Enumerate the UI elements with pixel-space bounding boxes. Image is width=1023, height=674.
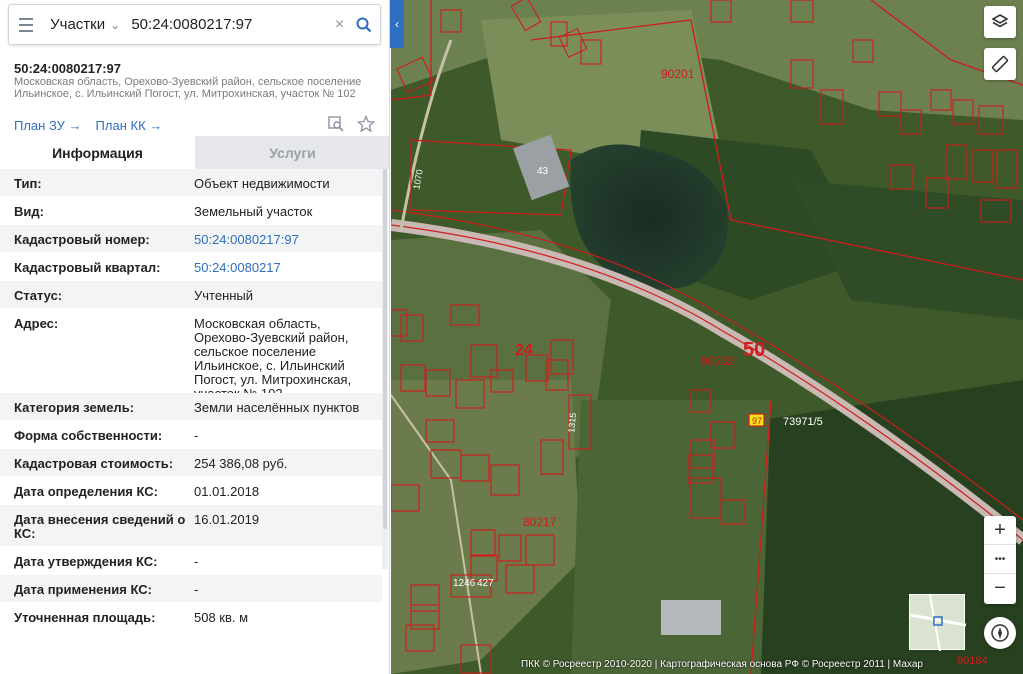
plan-links: План ЗУ → План КК → <box>14 118 162 133</box>
info-table: Тип: Объект недвижимости Вид: Земельный … <box>0 169 382 631</box>
info-value: 508 кв. м <box>194 610 249 625</box>
search-button[interactable] <box>349 5 380 44</box>
info-label: Адрес: <box>14 316 59 331</box>
map-copyright: ПКК © Росреестр 2010-2020 | Картографиче… <box>521 659 923 670</box>
info-row-status: Статус: Учтенный <box>0 281 382 309</box>
panel-scrollbar[interactable] <box>382 169 388 569</box>
info-row-type: Тип: Объект недвижимости <box>0 169 382 197</box>
info-row-cost-entry-date: Дата внесения сведений о КС: 16.01.2019 <box>0 505 382 547</box>
search-bar: Участки ⌄ × <box>8 4 381 45</box>
info-panel: Участки ⌄ × 50:24:0080217:97 Московская … <box>0 0 390 674</box>
info-label: Кадастровая стоимость: <box>14 456 174 471</box>
search-type-select[interactable]: Участки <box>42 16 105 33</box>
info-label: Статус: <box>14 288 63 303</box>
zoom-controls: + ••• − <box>984 516 1016 604</box>
info-row-kind: Вид: Земельный участок <box>0 197 382 225</box>
cadastral-quarter-link[interactable]: 50:24:0080217 <box>194 261 380 280</box>
search-icon <box>356 17 372 32</box>
info-label: Форма собственности: <box>14 428 163 443</box>
layers-icon <box>991 14 1009 28</box>
info-value: Объект недвижимости <box>194 176 330 191</box>
map-label: 43 <box>537 166 549 177</box>
find-on-map-icon[interactable] <box>327 115 345 133</box>
map-label: 97 <box>752 416 762 426</box>
info-label: Дата определения КС: <box>14 484 158 499</box>
info-value: 254 386,08 руб. <box>194 456 288 471</box>
info-label: Вид: <box>14 204 44 219</box>
plan-zu-link[interactable]: План ЗУ → <box>14 118 82 133</box>
measure-button[interactable] <box>984 48 1016 80</box>
plan-kk-link[interactable]: План КК → <box>96 118 163 133</box>
map-label: 24 <box>515 342 533 359</box>
map-label: 90184 <box>957 655 988 667</box>
info-value: Земельный участок <box>194 204 313 219</box>
info-value: - <box>194 582 199 597</box>
info-label: Дата утверждения КС: <box>14 554 158 569</box>
plan-kk-label: План КК <box>95 118 146 133</box>
app-window: Участки ⌄ × 50:24:0080217:97 Московская … <box>0 0 1023 674</box>
map-label: 90232 <box>701 354 735 368</box>
search-input[interactable] <box>125 5 331 44</box>
object-number: 50:24:0080217:97 <box>14 61 121 76</box>
plan-zu-label: План ЗУ <box>14 118 65 133</box>
compass-button[interactable] <box>984 617 1016 649</box>
info-value: - <box>194 554 199 569</box>
info-value: Московская область, Орехово-Зуевский рай… <box>194 316 352 401</box>
scrollbar-thumb[interactable] <box>383 169 387 529</box>
info-value: - <box>194 428 199 443</box>
map-label: 50 <box>743 339 765 361</box>
zoom-in-button[interactable]: + <box>984 516 1016 545</box>
map-labels: 90201 90232 50 24 80217 73971/5 43 97 10… <box>411 67 988 667</box>
map-label: 73971/5 <box>783 416 823 428</box>
map-label: 1070 <box>411 169 424 190</box>
info-label: Тип: <box>14 176 42 191</box>
compass-icon <box>991 624 1009 642</box>
map-label: 80217 <box>523 515 557 529</box>
info-label: Кадастровый квартал: <box>14 260 161 275</box>
info-row-cadastral-number: Кадастровый номер: 50:24:0080217:97 <box>0 225 382 253</box>
menu-icon[interactable] <box>9 5 42 44</box>
map-label: 1246 <box>453 578 476 589</box>
info-label: Уточненная площадь: <box>14 610 156 625</box>
info-label: Дата внесения сведений о КС: <box>14 512 186 541</box>
info-value: Земли населённых пунктов <box>194 400 360 415</box>
info-row-cost-approval-date: Дата утверждения КС: - <box>0 547 382 575</box>
info-row-cost-application-date: Дата применения КС: - <box>0 575 382 603</box>
layers-button[interactable] <box>984 6 1016 38</box>
object-address: Московская область, Орехово-Зуевский рай… <box>14 76 362 100</box>
info-value: Учтенный <box>194 288 254 303</box>
tab-services[interactable]: Услуги <box>195 136 389 169</box>
info-row-land-category: Категория земель: Земли населённых пункт… <box>0 393 382 421</box>
ruler-icon <box>991 55 1009 73</box>
zoom-more-button[interactable]: ••• <box>984 545 1016 574</box>
tabs: Информация Услуги <box>0 136 389 169</box>
cadastral-number-link[interactable]: 50:24:0080217:97 <box>194 233 380 252</box>
panel-actions <box>327 114 376 133</box>
info-label: Кадастровый номер: <box>14 232 150 247</box>
info-row-address: Адрес: Московская область, Орехово-Зуевс… <box>0 309 382 401</box>
info-row-cadastral-quarter: Кадастровый квартал: 50:24:0080217 <box>0 253 382 281</box>
collapse-panel-button[interactable]: ‹ <box>390 0 404 48</box>
zoom-out-button[interactable]: − <box>984 574 1016 603</box>
info-label: Категория земель: <box>14 400 135 415</box>
tab-information[interactable]: Информация <box>0 136 195 169</box>
map-view[interactable]: 90201 90232 50 24 80217 73971/5 43 97 10… <box>391 0 1023 674</box>
info-row-area: Уточненная площадь: 508 кв. м <box>0 603 382 631</box>
minimap[interactable] <box>909 594 967 652</box>
clear-icon[interactable]: × <box>330 16 348 34</box>
info-label: Дата применения КС: <box>14 582 152 597</box>
map-label: 427 <box>477 578 494 589</box>
map-label: 90201 <box>661 67 695 81</box>
info-row-ownership: Форма собственности: - <box>0 421 382 449</box>
info-value: 01.01.2018 <box>194 484 260 499</box>
map-label: 1315 <box>566 412 578 433</box>
star-icon[interactable] <box>356 114 376 133</box>
info-row-cadastral-cost: Кадастровая стоимость: 254 386,08 руб. <box>0 449 382 477</box>
info-value: 16.01.2019 <box>194 512 260 527</box>
chevron-down-icon[interactable]: ⌄ <box>105 18 125 32</box>
info-row-cost-date: Дата определения КС: 01.01.2018 <box>0 477 382 505</box>
